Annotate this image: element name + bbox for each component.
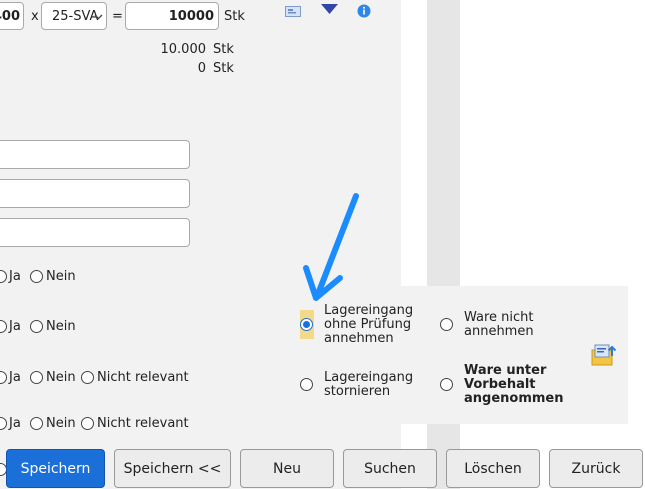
chevron-down-icon bbox=[94, 14, 103, 20]
label-cancel: Lagereingang stornieren bbox=[324, 371, 413, 399]
summary-qty1: 10.000 bbox=[160, 42, 207, 57]
factor-value: 400 bbox=[0, 9, 20, 24]
result-unit: Stk bbox=[224, 9, 245, 24]
accept-line3: annehmen bbox=[324, 331, 394, 346]
text-field-3[interactable] bbox=[0, 218, 190, 247]
reject-line1: Ware nicht bbox=[464, 310, 534, 325]
summary-qty2-unit: Stk bbox=[213, 61, 234, 76]
cancel-line2: stornieren bbox=[324, 384, 391, 399]
result-input[interactable]: 10000 bbox=[125, 2, 219, 30]
q4-label-ja: Ja bbox=[9, 416, 21, 431]
q4-label-nicht-relevant: Nicht relevant bbox=[97, 416, 189, 431]
text-field-2[interactable] bbox=[0, 179, 190, 208]
reserve-line3: angenommen bbox=[464, 391, 564, 406]
q3-radio-nicht-relevant[interactable] bbox=[81, 371, 94, 384]
label-reserve: Ware unter Vorbehalt angenommen bbox=[464, 364, 564, 406]
label-icon[interactable] bbox=[285, 5, 301, 18]
q3-label-nein: Nein bbox=[46, 370, 76, 385]
q4-radio-nicht-relevant[interactable] bbox=[81, 417, 94, 430]
label-accept-no-check: Lagereingang ohne Prüfung annehmen bbox=[324, 304, 413, 346]
search-button[interactable]: Suchen bbox=[343, 449, 437, 488]
label-reject: Ware nicht annehmen bbox=[464, 311, 534, 339]
text-field-1[interactable] bbox=[0, 140, 190, 169]
factor-input[interactable]: 400 bbox=[0, 2, 24, 30]
q1-radio-nein[interactable] bbox=[30, 270, 43, 283]
times-sign: x bbox=[31, 9, 39, 24]
radio-cancel[interactable] bbox=[300, 378, 313, 391]
q1-label-nein: Nein bbox=[46, 269, 76, 284]
q2-radio-nein[interactable] bbox=[30, 320, 43, 333]
cancel-line1: Lagereingang bbox=[324, 370, 414, 385]
accept-line2: ohne Prüfung bbox=[324, 317, 412, 332]
summary-qty2: 0 bbox=[197, 61, 206, 76]
back-button[interactable]: Zurück bbox=[549, 449, 643, 488]
info-icon[interactable] bbox=[357, 4, 371, 18]
dropdown-triangle-icon[interactable] bbox=[321, 4, 338, 14]
delete-button[interactable]: Löschen bbox=[446, 449, 540, 488]
q3-label-ja: Ja bbox=[9, 370, 21, 385]
annotation-arrow-icon bbox=[303, 193, 359, 301]
q2-label-ja: Ja bbox=[9, 319, 21, 334]
new-button[interactable]: Neu bbox=[240, 449, 334, 488]
radio-accept-no-check[interactable] bbox=[300, 318, 313, 331]
save-button[interactable]: Speichern bbox=[6, 449, 105, 488]
unit-select-value: 25-SVA bbox=[52, 9, 99, 24]
q4-label-nein: Nein bbox=[46, 416, 76, 431]
radio-reserve[interactable] bbox=[440, 378, 453, 391]
summary-qty1-unit: Stk bbox=[213, 42, 234, 57]
reserve-line1: Ware unter bbox=[464, 363, 547, 378]
unit-select[interactable]: 25-SVA bbox=[41, 2, 107, 30]
q1-label-ja: Ja bbox=[9, 269, 21, 284]
q2-label-nein: Nein bbox=[46, 319, 76, 334]
q3-radio-nein[interactable] bbox=[30, 371, 43, 384]
result-value: 10000 bbox=[168, 9, 214, 24]
radio-reject[interactable] bbox=[440, 318, 453, 331]
reject-line2: annehmen bbox=[464, 324, 534, 339]
reserve-line2: Vorbehalt bbox=[464, 377, 536, 392]
q3-label-nicht-relevant: Nicht relevant bbox=[97, 370, 189, 385]
q4-radio-nein[interactable] bbox=[30, 417, 43, 430]
document-upload-icon[interactable] bbox=[591, 342, 617, 368]
equals-sign: = bbox=[112, 9, 123, 24]
save-back-button[interactable]: Speichern << bbox=[114, 449, 231, 488]
